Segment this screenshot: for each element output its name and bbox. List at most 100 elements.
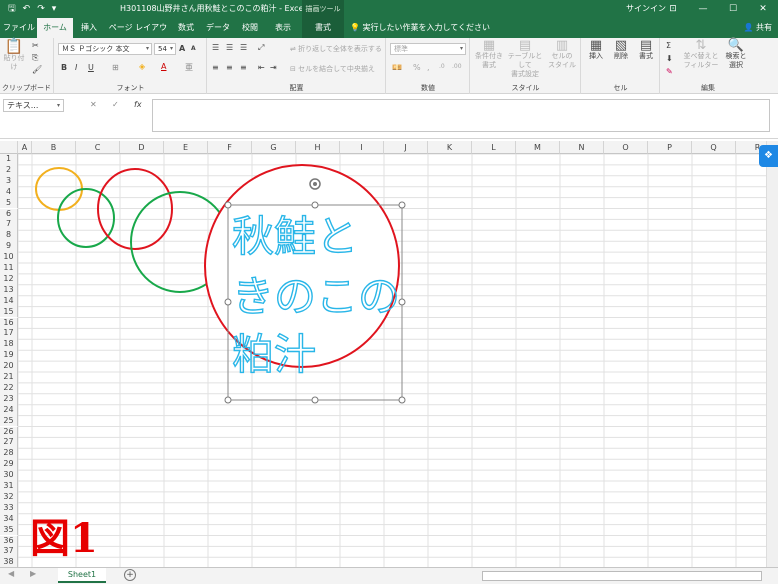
group-styles: ▦ 条件付き 書式 ▤ テーブルとして 書式設定 ▥ セルの スタイル スタイル [471,38,581,94]
group-clipboard: 📋 貼り付け ✂ ⎘ 🖌 クリップボード [0,38,54,94]
format-painter-icon[interactable]: 🖌 [32,65,42,74]
tell-me-text: 実行したい作業を入力してください [362,23,491,32]
cancel-icon[interactable]: ✕ [90,100,97,109]
group-font: ＭＳ Ｐゴシック 本文 ▾ 54 ▾ A A B I U ⊞ ◈ A 亜 フォント [55,38,207,94]
horizontal-scrollbar[interactable] [482,571,762,581]
enter-icon[interactable]: ✓ [112,100,119,109]
align-middle-icon[interactable]: ☰ [226,43,233,52]
copy-icon[interactable]: ⎘ [32,53,38,63]
align-bottom-icon[interactable]: ☰ [240,43,247,52]
insert-function-icon[interactable]: fx [134,100,142,109]
lightbulb-icon: 💡 [350,23,360,32]
align-right-icon[interactable]: ≡ [240,63,247,72]
group-label-font: フォント [116,84,145,92]
fill-color-icon[interactable]: ◈ [139,62,145,71]
merge-center-button[interactable]: ⊟ セルを結合して中央揃え [290,64,375,74]
fill-icon[interactable]: ⬇ [666,54,673,63]
tab-review[interactable]: 校閲 [236,18,264,38]
sheet-tab-sheet1[interactable]: Sheet1 [58,568,106,583]
insert-cells-button[interactable]: ▦ 挿入 [584,38,608,61]
tab-formulas[interactable]: 数式 [172,18,200,38]
add-sheet-button[interactable]: + [124,569,136,581]
tab-view[interactable]: 表示 [268,18,298,38]
customize-qat-icon[interactable]: ▾ [52,4,57,14]
font-name-combo[interactable]: ＭＳ Ｐゴシック 本文 ▾ [58,43,152,55]
comma-icon[interactable]: , [427,63,430,72]
vertical-scrollbar[interactable] [766,141,778,567]
shapes-layer: 秋鮭と きのこの 粕汁 [35,164,406,404]
red-circle-small[interactable] [97,168,173,250]
figure-label: 図1 [30,515,98,562]
tab-insert[interactable]: 挿入 [75,18,103,38]
group-cells: ▦ 挿入 ▧ 削除 ▤ 書式 セル [582,38,660,94]
save-icon[interactable]: 🖫 [8,1,16,17]
group-label-cells: セル [613,84,628,92]
green-circle-small[interactable] [57,188,115,248]
underline-button[interactable]: U [88,63,94,72]
prev-sheet-icon[interactable]: ◀ [8,569,14,578]
borders-icon[interactable]: ⊞ [112,63,119,72]
name-box[interactable]: テキス... ▾ [3,99,64,112]
font-size-combo[interactable]: 54 ▾ [154,43,176,55]
cut-icon[interactable]: ✂ [32,41,39,50]
font-color-icon[interactable]: A [161,62,166,71]
bold-button[interactable]: B [61,63,67,72]
shrink-font-button[interactable]: A [191,45,196,52]
maximize-button[interactable]: ☐ [718,0,748,18]
format-cells-button[interactable]: ▤ 書式 [634,38,658,61]
clipboard-icon: 📋 [4,37,24,55]
yellow-circle[interactable] [35,167,83,211]
insert-cells-icon: ▦ [589,38,603,53]
align-center-icon[interactable]: ≡ [226,63,233,72]
redo-icon[interactable]: ↷ [37,4,45,14]
formula-bar: テキス... ▾ ✕ ✓ fx [0,95,778,139]
formula-input[interactable] [152,99,770,132]
indent-increase-icon[interactable]: ⇥ [270,63,277,72]
undo-icon[interactable]: ↶ [23,4,31,14]
decrease-decimal-icon[interactable]: .00 [452,63,462,70]
conditional-format-button[interactable]: ▦ 条件付き 書式 [473,39,505,70]
phonetic-icon[interactable]: 亜 [185,62,193,73]
group-label-editing: 編集 [701,84,715,92]
person-icon: 👤 [743,23,754,32]
worksheet-grid[interactable]: ABCDEFGHIJKLMNOPQR 1 2 3 4 5 6 7 8 9 10 11 12 13 14 15… [0,141,778,567]
tab-format[interactable]: 書式 [302,18,344,38]
group-number: 標準 ▾ 💴 % , .0 .00 数値 [387,38,470,94]
tab-data[interactable]: データ [203,18,233,38]
title-bar: 🖫 ↶ ↷ ▾ H301108山野井さん用秋鮭とこのこの粕汁 - Excel 描… [0,0,778,18]
next-sheet-icon[interactable]: ▶ [30,569,36,578]
dropbox-icon[interactable]: ❖ [759,145,778,167]
ribbon-display-options-icon[interactable]: ⊡ [658,0,688,18]
grow-font-button[interactable]: A [179,44,185,53]
tell-me-box[interactable]: 💡 実行したい作業を入力してください [350,18,490,38]
align-left-icon[interactable]: ≡ [212,63,219,72]
indent-decrease-icon[interactable]: ⇤ [258,63,265,72]
orientation-icon[interactable]: ⤢ [258,43,264,53]
percent-button[interactable]: % [413,63,421,72]
cell-styles-button[interactable]: ▥ セルの スタイル [546,39,578,70]
increase-decimal-icon[interactable]: .0 [439,63,445,70]
format-as-table-button[interactable]: ▤ テーブルとして 書式設定 [505,38,545,79]
paste-button[interactable]: 📋 貼り付け [2,37,26,72]
delete-cells-button[interactable]: ▧ 削除 [609,39,633,61]
close-button[interactable]: ✕ [748,0,778,18]
align-top-icon[interactable]: ☰ [212,43,219,52]
tab-page-layout[interactable]: ページ レイアウト [106,18,170,52]
wrap-text-button[interactable]: ⇌ 折り返して全体を表示する [290,44,382,54]
tab-home[interactable]: ホーム [37,18,73,38]
table-icon: ▤ [518,38,532,53]
sort-filter-button[interactable]: ⇅ 並べ替えと フィルター [683,39,719,70]
clear-icon[interactable]: ✎ [666,67,673,76]
find-select-button[interactable]: 🔍 検索と 選択 [721,39,751,70]
group-editing: Σ ⬇ ✎ ⇅ 並べ替えと フィルター 🔍 検索と 選択 編集 [661,38,755,94]
tab-file[interactable]: ファイル [2,18,36,38]
format-cells-icon: ▤ [639,38,653,53]
share-button[interactable]: 👤 共有 [743,18,772,38]
autosum-icon[interactable]: Σ [666,41,671,50]
minimize-button[interactable]: — [688,0,718,18]
sheet-tab-bar: ◀ ▶ Sheet1 + [0,567,778,584]
ribbon: 📋 貼り付け ✂ ⎘ 🖌 クリップボード ＭＳ Ｐゴシック 本文 ▾ 54 ▾ A … [0,38,778,94]
currency-icon[interactable]: 💴 [392,63,402,72]
number-format-combo[interactable]: 標準 ▾ [390,43,466,55]
italic-button[interactable]: I [75,63,77,72]
